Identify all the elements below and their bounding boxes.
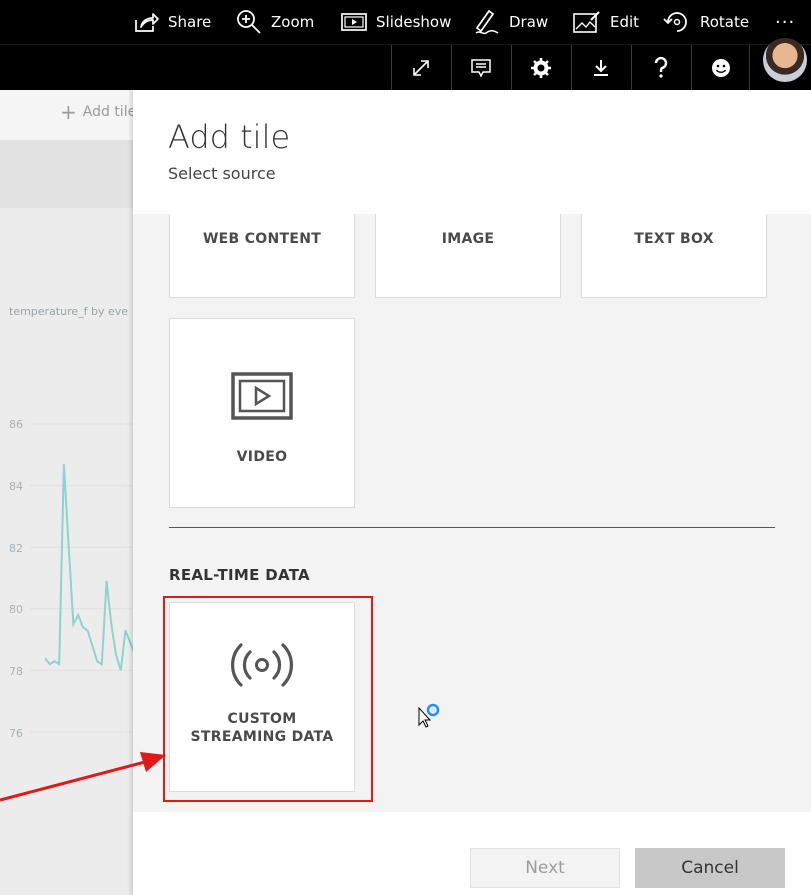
page-title: Add tile xyxy=(168,118,291,156)
cancel-button[interactable]: Cancel xyxy=(635,848,785,888)
page-subtitle: Select source xyxy=(168,164,276,183)
share-label: Share xyxy=(168,13,212,31)
draw-button[interactable]: Draw xyxy=(474,0,548,44)
comment-icon xyxy=(471,59,491,78)
zoom-icon xyxy=(237,10,261,34)
notifications-button[interactable] xyxy=(451,45,510,91)
highlight-box xyxy=(163,596,373,802)
slideshow-label: Slideshow xyxy=(376,13,452,31)
rotate-button[interactable]: Rotate xyxy=(663,0,749,44)
expand-icon xyxy=(413,60,429,76)
fullscreen-button[interactable] xyxy=(391,45,450,91)
slideshow-icon xyxy=(341,13,367,31)
question-icon xyxy=(654,57,668,78)
section-divider xyxy=(169,527,775,528)
tile-label: WEB CONTENT xyxy=(202,230,322,247)
edit-button[interactable]: Edit xyxy=(573,0,639,44)
gear-icon xyxy=(531,58,551,78)
tile-video[interactable]: VIDEO xyxy=(169,318,355,508)
help-button[interactable] xyxy=(631,45,690,91)
download-icon xyxy=(594,60,608,76)
line-chart: temperature_f by eve 86 84 82 80 78 76 xyxy=(0,0,133,895)
more-icon: ··· xyxy=(775,11,796,33)
share-icon xyxy=(135,13,159,32)
draw-icon xyxy=(475,9,499,35)
share-button[interactable]: Share xyxy=(133,0,211,44)
zoom-label: Zoom xyxy=(271,13,315,31)
settings-button[interactable] xyxy=(511,45,570,91)
tile-label: VIDEO xyxy=(236,449,288,465)
add-tile-pane: Add tile Select source WEB CONTENT IMAGE… xyxy=(133,90,811,895)
tile-text-box[interactable]: TEXT BOX xyxy=(581,214,767,298)
chart-plot xyxy=(30,423,133,733)
video-icon xyxy=(231,372,293,420)
download-button[interactable] xyxy=(571,45,630,91)
tile-label: IMAGE xyxy=(441,230,495,247)
pane-footer: Next Cancel xyxy=(133,812,811,895)
pane-header: Add tile Select source xyxy=(133,90,811,214)
feedback-button[interactable] xyxy=(691,45,750,91)
slideshow-button[interactable]: Slideshow xyxy=(341,0,451,44)
edit-icon xyxy=(573,11,600,33)
tile-label: TEXT BOX xyxy=(634,230,714,247)
rotate-icon xyxy=(663,12,687,32)
avatar[interactable] xyxy=(763,38,807,82)
mouse-cursor xyxy=(418,703,440,728)
realtime-heading: REAL-TIME DATA xyxy=(169,566,310,584)
smiley-icon xyxy=(711,59,730,77)
next-button[interactable]: Next xyxy=(470,848,620,888)
tile-image[interactable]: IMAGE xyxy=(375,214,561,298)
series-line xyxy=(44,463,133,671)
draw-label: Draw xyxy=(509,13,549,31)
tile-web-content[interactable]: WEB CONTENT xyxy=(169,214,355,298)
rotate-label: Rotate xyxy=(700,13,750,31)
edit-label: Edit xyxy=(610,13,640,31)
zoom-button[interactable]: Zoom xyxy=(236,0,314,44)
